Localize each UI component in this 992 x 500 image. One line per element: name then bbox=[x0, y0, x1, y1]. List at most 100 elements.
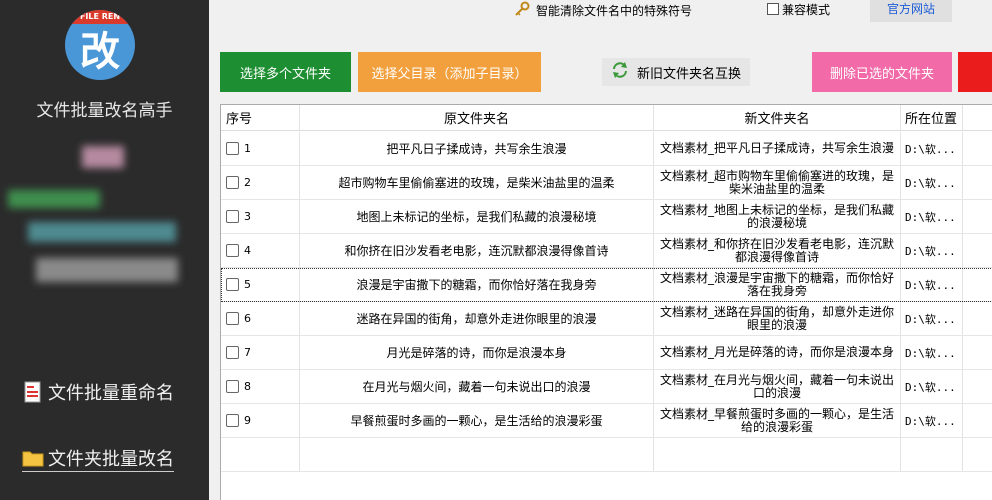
header-index[interactable]: 序号 bbox=[221, 105, 300, 130]
row-checkbox[interactable] bbox=[226, 278, 239, 291]
empty-cell bbox=[300, 438, 654, 471]
location-cell: D:\软... bbox=[901, 268, 963, 301]
row-filler bbox=[963, 302, 992, 335]
new-name-cell: 文档素材_浪漫是宇宙撒下的糖霜，而你恰好落在我身旁 bbox=[654, 268, 901, 301]
row-checkbox[interactable] bbox=[226, 176, 239, 189]
original-name-cell: 月光是碎落的诗，而你是浪漫本身 bbox=[300, 336, 654, 369]
nav-folder-batch-rename[interactable]: 文件夹批量改名 bbox=[22, 444, 174, 472]
checkbox-box[interactable] bbox=[767, 3, 779, 15]
table-row[interactable]: 9 早餐煎蛋时多画的一颗心，是生活给的浪漫彩蛋 文档素材_早餐煎蛋时多画的一颗心… bbox=[221, 404, 992, 438]
extra-red-button[interactable] bbox=[958, 52, 992, 92]
new-name-cell: 文档素材_地图上未标记的坐标，是我们私藏的浪漫秘境 bbox=[654, 200, 901, 233]
location-cell: D:\软... bbox=[901, 132, 963, 165]
logo-banner: FILE REN bbox=[65, 10, 135, 24]
sidebar: FILE REN 改 文件批量改名高手 文件批量重命名 文件夹批量改名 bbox=[0, 0, 209, 500]
row-index: 8 bbox=[244, 380, 251, 393]
location-cell: D:\软... bbox=[901, 302, 963, 335]
original-name-cell: 和你挤在旧沙发看老电影，连沉默都浪漫得像首诗 bbox=[300, 234, 654, 267]
table-row[interactable]: 4 和你挤在旧沙发看老电影，连沉默都浪漫得像首诗 文档素材_和你挤在旧沙发看老电… bbox=[221, 234, 992, 268]
top-toolbar: 智能清除文件名中的特殊符号 兼容模式 官方网站 bbox=[209, 0, 992, 22]
original-name-cell: 迷路在异国的街角，却意外走进你眼里的浪漫 bbox=[300, 302, 654, 335]
row-checkbox[interactable] bbox=[226, 244, 239, 257]
header-original-name[interactable]: 原文件夹名 bbox=[300, 105, 654, 130]
row-filler bbox=[963, 200, 992, 233]
row-index: 2 bbox=[244, 176, 251, 189]
blurred-user-info bbox=[8, 190, 100, 208]
original-name-cell: 超市购物车里偷偷塞进的玫瑰，是柴米油盐里的温柔 bbox=[300, 166, 654, 199]
row-index: 6 bbox=[244, 312, 251, 325]
row-checkbox[interactable] bbox=[226, 312, 239, 325]
new-name-cell: 文档素材_在月光与烟火间，藏着一句未说出口的浪漫 bbox=[654, 370, 901, 403]
row-index-cell: 4 bbox=[221, 234, 300, 267]
row-filler bbox=[963, 166, 992, 199]
location-cell: D:\软... bbox=[901, 234, 963, 267]
original-name-cell: 地图上未标记的坐标，是我们私藏的浪漫秘境 bbox=[300, 200, 654, 233]
row-index-cell: 6 bbox=[221, 302, 300, 335]
app-logo: FILE REN 改 bbox=[65, 10, 135, 80]
location-cell: D:\软... bbox=[901, 200, 963, 233]
row-index-cell: 2 bbox=[221, 166, 300, 199]
new-name-cell: 文档素材_超市购物车里偷偷塞进的玫瑰，是柴米油盐里的温柔 bbox=[654, 166, 901, 199]
blurred-user-info bbox=[36, 258, 178, 282]
nav-file-batch-rename[interactable]: 文件批量重命名 bbox=[22, 378, 174, 406]
new-name-cell: 文档素材_早餐煎蛋时多画的一颗心，是生活给的浪漫彩蛋 bbox=[654, 404, 901, 437]
row-index: 7 bbox=[244, 346, 251, 359]
row-index-cell: 5 bbox=[221, 268, 300, 301]
original-name-cell: 早餐煎蛋时多画的一颗心，是生活给的浪漫彩蛋 bbox=[300, 404, 654, 437]
row-index-cell: 8 bbox=[221, 370, 300, 403]
official-site-link[interactable]: 官方网站 bbox=[870, 0, 952, 22]
empty-cell bbox=[963, 438, 992, 471]
table-row-empty bbox=[221, 438, 992, 472]
location-cell: D:\软... bbox=[901, 404, 963, 437]
folder-table: 序号 原文件夹名 新文件夹名 所在位置 1 把平凡日子揉成诗，共写余生浪漫 文档… bbox=[220, 104, 992, 500]
clear-special-chars-button[interactable]: 智能清除文件名中的特殊符号 bbox=[514, 0, 692, 20]
table-row[interactable]: 8 在月光与烟火间，藏着一句未说出口的浪漫 文档素材_在月光与烟火间，藏着一句未… bbox=[221, 370, 992, 404]
original-name-cell: 把平凡日子揉成诗，共写余生浪漫 bbox=[300, 132, 654, 165]
row-filler bbox=[963, 404, 992, 437]
row-index-cell: 3 bbox=[221, 200, 300, 233]
table-row[interactable]: 6 迷路在异国的街角，却意外走进你眼里的浪漫 文档素材_迷路在异国的街角，却意外… bbox=[221, 302, 992, 336]
table-row[interactable]: 1 把平凡日子揉成诗，共写余生浪漫 文档素材_把平凡日子揉成诗，共写余生浪漫 D… bbox=[221, 132, 992, 166]
blurred-user-info bbox=[28, 222, 176, 242]
empty-cell bbox=[654, 438, 901, 471]
key-icon bbox=[514, 1, 530, 20]
header-filler bbox=[963, 105, 992, 130]
row-checkbox[interactable] bbox=[226, 414, 239, 427]
table-header: 序号 原文件夹名 新文件夹名 所在位置 bbox=[221, 105, 992, 131]
compat-mode-label: 兼容模式 bbox=[782, 2, 831, 17]
table-row[interactable]: 2 超市购物车里偷偷塞进的玫瑰，是柴米油盐里的温柔 文档素材_超市购物车里偷偷塞… bbox=[221, 166, 992, 200]
select-parent-dir-button[interactable]: 选择父目录（添加子目录） bbox=[358, 52, 541, 92]
location-cell: D:\软... bbox=[901, 336, 963, 369]
header-new-name[interactable]: 新文件夹名 bbox=[654, 105, 901, 130]
new-name-cell: 文档素材_和你挤在旧沙发看老电影，连沉默都浪漫得像首诗 bbox=[654, 234, 901, 267]
row-checkbox[interactable] bbox=[226, 210, 239, 223]
row-filler bbox=[963, 268, 992, 301]
table-row[interactable]: 7 月光是碎落的诗，而你是浪漫本身 文档素材_月光是碎落的诗，而你是浪漫本身 D… bbox=[221, 336, 992, 370]
select-multiple-folders-button[interactable]: 选择多个文件夹 bbox=[220, 52, 351, 92]
new-name-cell: 文档素材_迷路在异国的街角，却意外走进你眼里的浪漫 bbox=[654, 302, 901, 335]
document-icon bbox=[22, 381, 44, 403]
new-name-cell: 文档素材_月光是碎落的诗，而你是浪漫本身 bbox=[654, 336, 901, 369]
swap-names-button[interactable]: 新旧文件夹名互换 bbox=[602, 58, 750, 86]
row-checkbox[interactable] bbox=[226, 380, 239, 393]
row-checkbox[interactable] bbox=[226, 142, 239, 155]
delete-selected-folders-button[interactable]: 删除已选的文件夹 bbox=[812, 52, 952, 92]
header-location[interactable]: 所在位置 bbox=[901, 105, 963, 130]
table-row-focused[interactable]: 5 浪漫是宇宙撒下的糖霜，而你恰好落在我身旁 文档素材_浪漫是宇宙撒下的糖霜，而… bbox=[221, 268, 992, 302]
row-checkbox[interactable] bbox=[226, 346, 239, 359]
row-index-cell: 9 bbox=[221, 404, 300, 437]
row-filler bbox=[963, 370, 992, 403]
nav-folder-batch-rename-label: 文件夹批量改名 bbox=[48, 448, 174, 470]
row-index: 4 bbox=[244, 244, 251, 257]
app-title: 文件批量改名高手 bbox=[36, 101, 173, 121]
row-index: 5 bbox=[244, 278, 251, 291]
compat-mode-checkbox[interactable]: 兼容模式 bbox=[767, 0, 830, 18]
clear-special-chars-label: 智能清除文件名中的特殊符号 bbox=[536, 3, 693, 18]
new-name-cell: 文档素材_把平凡日子揉成诗，共写余生浪漫 bbox=[654, 132, 901, 165]
table-row[interactable]: 3 地图上未标记的坐标，是我们私藏的浪漫秘境 文档素材_地图上未标记的坐标，是我… bbox=[221, 200, 992, 234]
refresh-swap-icon bbox=[611, 61, 629, 83]
row-index: 1 bbox=[244, 142, 251, 155]
location-cell: D:\软... bbox=[901, 370, 963, 403]
nav-file-batch-rename-label: 文件批量重命名 bbox=[48, 383, 174, 404]
swap-names-label: 新旧文件夹名互换 bbox=[636, 66, 741, 82]
